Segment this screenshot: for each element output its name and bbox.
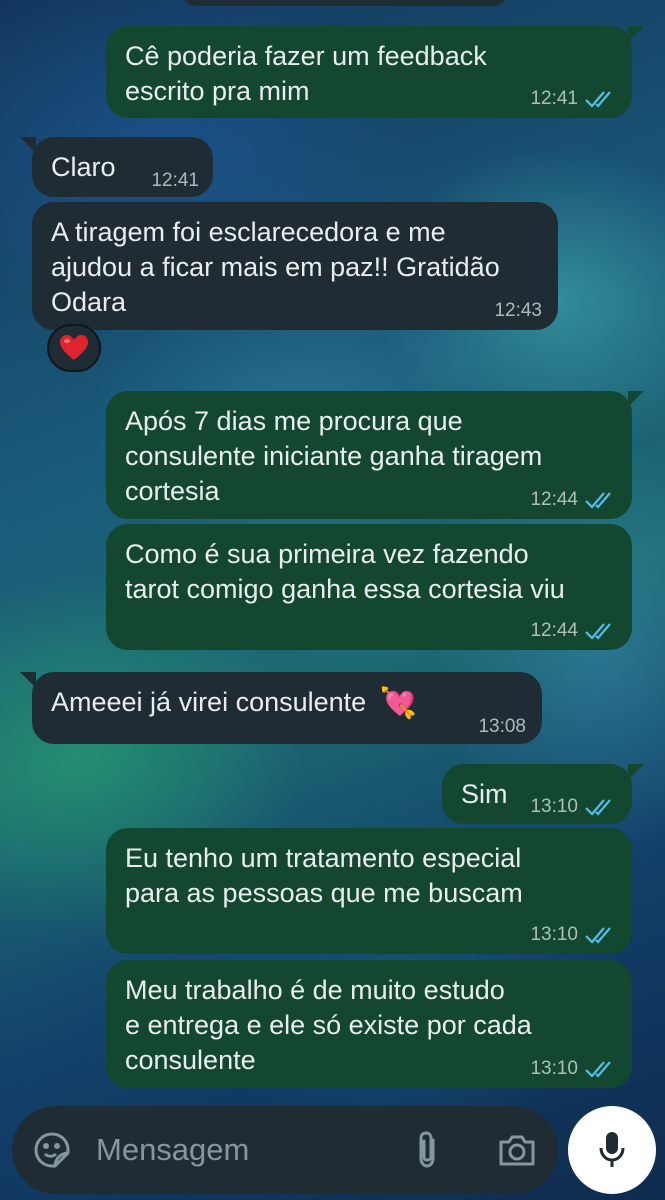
incoming-message[interactable]: Ameeei já virei consulente 💘 13:08 bbox=[20, 672, 542, 744]
message-meta: 12:44 bbox=[530, 489, 616, 511]
chat-area[interactable]: Cê poderia fazer um feedback escrito pra… bbox=[0, 0, 665, 1200]
outgoing-message[interactable]: Cê poderia fazer um feedback escrito pra… bbox=[106, 26, 644, 118]
message-meta: 13:10 bbox=[530, 1058, 616, 1080]
mic-icon bbox=[599, 1132, 625, 1167]
sticker-icon[interactable] bbox=[32, 1130, 72, 1170]
message-time: 13:10 bbox=[530, 924, 578, 945]
message-meta: 12:41 bbox=[530, 88, 616, 110]
outgoing-message[interactable]: Sim 13:10 bbox=[442, 764, 644, 824]
heart-arrow-emoji: 💘 bbox=[379, 687, 418, 721]
message-meta: 12:43 bbox=[494, 300, 542, 322]
heart-reaction[interactable] bbox=[47, 324, 101, 372]
double-check-read-icon bbox=[585, 623, 611, 640]
double-check-read-icon bbox=[585, 799, 611, 816]
incoming-message[interactable]: A tiragem foi esclarecedora e me ajudou … bbox=[32, 202, 558, 330]
camera-icon[interactable] bbox=[496, 1130, 538, 1170]
mic-button[interactable] bbox=[568, 1106, 656, 1194]
message-meta: 13:10 bbox=[530, 924, 616, 946]
heart-icon bbox=[60, 335, 88, 360]
message-time: 13:10 bbox=[530, 796, 578, 817]
message-time: 13:08 bbox=[478, 716, 526, 737]
message-meta: 12:44 bbox=[530, 620, 616, 642]
previous-message-edge bbox=[180, 0, 510, 6]
double-check-read-icon bbox=[585, 91, 611, 108]
message-text: Eu tenho um tratamento especial para as … bbox=[125, 843, 523, 908]
message-meta: 13:08 bbox=[478, 716, 526, 738]
message-time: 12:44 bbox=[530, 489, 578, 510]
outgoing-message[interactable]: Após 7 dias me procura que consulente in… bbox=[106, 391, 644, 519]
double-check-read-icon bbox=[585, 492, 611, 509]
outgoing-message[interactable]: Como é sua primeira vez fazendo tarot co… bbox=[106, 524, 632, 650]
attach-icon[interactable] bbox=[410, 1128, 444, 1172]
message-text: A tiragem foi esclarecedora e me ajudou … bbox=[51, 217, 500, 317]
message-text: Ameeei já virei consulente bbox=[51, 687, 367, 717]
message-meta: 12:41 bbox=[151, 170, 199, 192]
message-time: 12:41 bbox=[530, 88, 578, 109]
message-time: 12:41 bbox=[151, 170, 199, 191]
double-check-read-icon bbox=[585, 927, 611, 944]
message-time: 13:10 bbox=[530, 1058, 578, 1079]
incoming-message[interactable]: Claro 12:41 bbox=[20, 137, 213, 197]
message-input[interactable]: Mensagem bbox=[96, 1130, 249, 1170]
message-time: 12:44 bbox=[530, 620, 578, 641]
outgoing-message[interactable]: Meu trabalho é de muito estudo e entrega… bbox=[106, 960, 632, 1088]
outgoing-message[interactable]: Eu tenho um tratamento especial para as … bbox=[106, 828, 632, 954]
message-meta: 13:10 bbox=[530, 796, 616, 818]
message-text: Como é sua primeira vez fazendo tarot co… bbox=[125, 539, 565, 604]
double-check-read-icon bbox=[585, 1061, 611, 1078]
message-composer[interactable]: Mensagem bbox=[12, 1106, 558, 1194]
message-time: 12:43 bbox=[494, 300, 542, 321]
